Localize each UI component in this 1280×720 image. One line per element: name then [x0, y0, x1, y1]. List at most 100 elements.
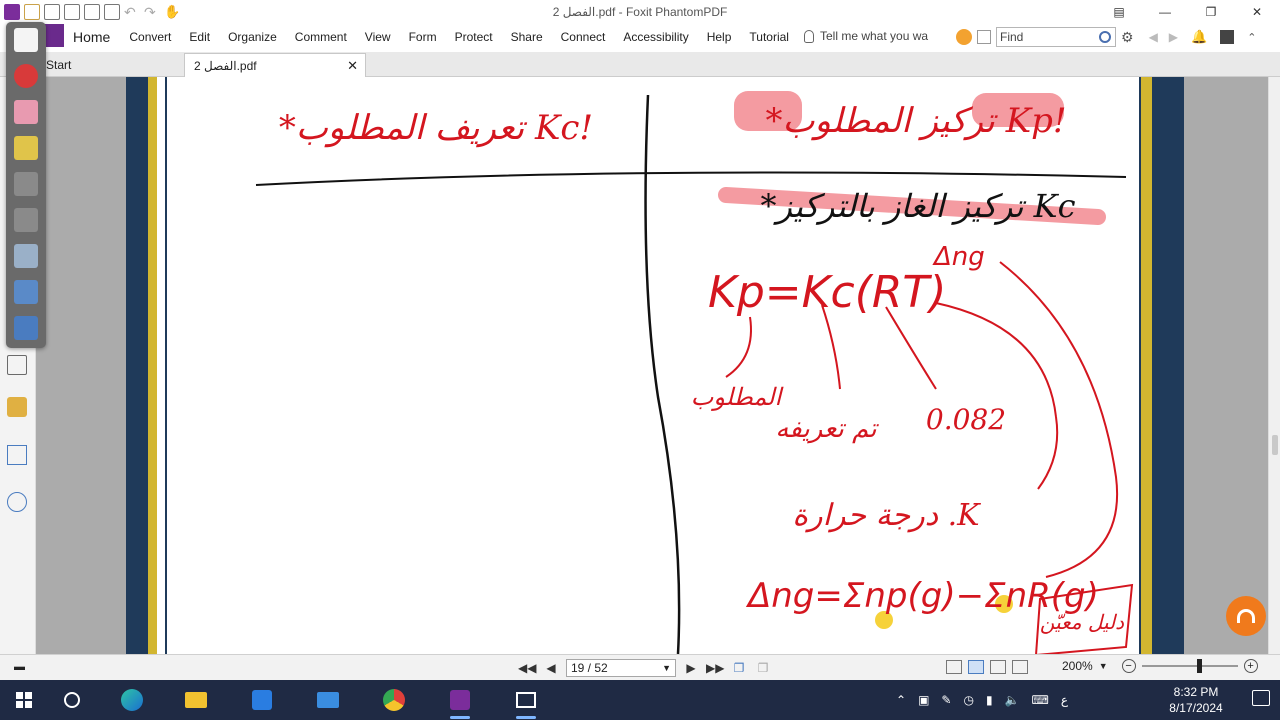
foxit-taskbar-icon[interactable]: [436, 680, 484, 720]
bell-icon[interactable]: 🔔: [1191, 29, 1207, 45]
continuous-facing-view-icon[interactable]: [1012, 660, 1028, 674]
tab-help[interactable]: Help: [698, 30, 741, 44]
tab-accessibility[interactable]: Accessibility: [614, 30, 697, 44]
share-tool-icon[interactable]: [14, 316, 38, 340]
page-border-gold-right: [1141, 77, 1152, 654]
tray-app-icon[interactable]: ▣: [918, 693, 929, 707]
zoom-level[interactable]: 200%: [1062, 659, 1093, 673]
volume-icon[interactable]: 🔈: [1005, 693, 1020, 707]
tab-share[interactable]: Share: [502, 30, 552, 44]
continuous-view-icon[interactable]: [968, 660, 984, 674]
zoom-out-button[interactable]: −: [1121, 659, 1136, 673]
zoom-in-button[interactable]: +: [1243, 659, 1258, 673]
vertical-scrollbar[interactable]: [1268, 77, 1280, 654]
close-window-button[interactable]: ✕: [1234, 0, 1280, 24]
store-icon[interactable]: [238, 680, 286, 720]
search-taskbar-icon[interactable]: [48, 680, 96, 720]
tell-me-box[interactable]: Tell me what you wa: [804, 29, 928, 43]
layers-icon[interactable]: [7, 445, 27, 465]
select-tool-icon[interactable]: [14, 172, 38, 196]
clock[interactable]: 8:32 PM 8/17/2024: [1160, 684, 1232, 716]
clock-date: 8/17/2024: [1169, 701, 1223, 715]
chevron-down-icon[interactable]: ▼: [662, 663, 671, 673]
previous-view-icon[interactable]: ❐: [730, 661, 748, 675]
scrollbar-thumb[interactable]: [1272, 435, 1278, 455]
tab-current-document[interactable]: الفصل 2.pdf ✕: [184, 53, 366, 77]
windows-start-icon[interactable]: [0, 680, 48, 720]
foxit-account-icon[interactable]: [956, 29, 972, 45]
tab-view[interactable]: View: [356, 30, 400, 44]
next-page-button[interactable]: ▶: [682, 661, 700, 675]
close-tab-icon[interactable]: ✕: [347, 58, 358, 74]
help-chat-button[interactable]: [1226, 596, 1266, 636]
windows-logo: [16, 692, 32, 708]
note-label-kp: المطلوب: [691, 383, 784, 411]
zoom-slider-knob[interactable]: [1196, 659, 1202, 673]
file-explorer-icon[interactable]: [172, 680, 220, 720]
last-page-button[interactable]: ▶▶: [706, 661, 724, 675]
maximize-button[interactable]: ❐: [1188, 0, 1234, 24]
find-input[interactable]: Find: [996, 27, 1116, 47]
pages-icon[interactable]: [7, 355, 27, 375]
chrome-icon[interactable]: [370, 680, 418, 720]
tray-pen-icon[interactable]: ✎: [941, 693, 951, 707]
tray-chevron-icon[interactable]: ⌃: [896, 693, 906, 707]
keyboard-tool-icon[interactable]: [14, 244, 38, 268]
previous-page-button[interactable]: ◀: [542, 661, 560, 675]
forward-icon[interactable]: ▶: [1169, 30, 1178, 44]
pdf-page: *تعريف المطلوب Kc! *تركيز المطلوب Kp! *ت…: [126, 77, 1184, 654]
notification-icon[interactable]: [1252, 690, 1270, 706]
find-placeholder: Find: [1000, 30, 1024, 44]
panel-toggle-icon[interactable]: ▬: [14, 661, 25, 673]
tab-form[interactable]: Form: [400, 30, 446, 44]
search-options-icon[interactable]: [977, 30, 991, 44]
taskbar: ⌃ ▣ ✎ ◷ ▮ 🔈 ⌨ ع 8:32 PM 8/17/2024: [0, 680, 1280, 720]
zoom-slider[interactable]: [1141, 659, 1238, 673]
ribbon-tabs: Home Convert Edit Organize Comment View …: [64, 24, 798, 50]
tab-edit[interactable]: Edit: [180, 30, 219, 44]
single-page-view-icon[interactable]: [946, 660, 962, 674]
zoom-controls: 200% ▼ − +: [1062, 659, 1258, 673]
search-pane-icon[interactable]: [7, 492, 27, 512]
mail-glyph: [317, 692, 339, 708]
back-icon[interactable]: ◀: [1149, 30, 1158, 44]
whiteboard-taskbar-icon[interactable]: [502, 680, 550, 720]
page-border-right: [1152, 77, 1184, 654]
foxit-glyph: [450, 690, 470, 710]
user-icon[interactable]: [1220, 30, 1235, 44]
screen-tool-icon[interactable]: [14, 280, 38, 304]
tab-connect[interactable]: Connect: [552, 30, 615, 44]
search-icon[interactable]: [1099, 31, 1111, 43]
edge-icon[interactable]: [108, 680, 156, 720]
tab-tutorial[interactable]: Tutorial: [740, 30, 798, 44]
wifi-icon[interactable]: ◷: [963, 693, 973, 707]
title-bar: ↶ ↷ ✋ الفصل 2.pdf - Foxit PhantomPDF ▤ —…: [0, 0, 1280, 24]
first-page-button[interactable]: ◀◀: [518, 661, 536, 675]
language-indicator[interactable]: ع: [1061, 693, 1068, 707]
next-view-icon[interactable]: ❐: [754, 661, 772, 675]
facing-view-icon[interactable]: [990, 660, 1006, 674]
note-label-t: درجة حرارة .K: [792, 498, 981, 533]
keyboard-icon[interactable]: ⌨: [1032, 693, 1049, 707]
minimize-button[interactable]: —: [1142, 0, 1188, 24]
tab-protect[interactable]: Protect: [446, 30, 502, 44]
eraser-tool-icon[interactable]: [14, 100, 38, 124]
lock-icon[interactable]: [7, 397, 27, 417]
tab-organize[interactable]: Organize: [219, 30, 286, 44]
pencil-tool-icon[interactable]: [14, 28, 38, 52]
ribbon-display-icon[interactable]: ▤: [1096, 0, 1142, 24]
gear-icon[interactable]: ⚙: [1121, 29, 1134, 46]
tab-start[interactable]: Start: [46, 53, 182, 77]
brush-tool-icon[interactable]: [14, 208, 38, 232]
status-bar: ▬ ◀◀ ◀ 19 / 52 ▼ ▶ ▶▶ ❐ ❐ 200% ▼ − +: [0, 654, 1280, 680]
battery-icon[interactable]: ▮: [986, 693, 993, 707]
zoom-dropdown-icon[interactable]: ▼: [1099, 661, 1108, 671]
collapse-ribbon-icon[interactable]: ⌃: [1247, 31, 1256, 44]
tab-home[interactable]: Home: [64, 29, 120, 45]
mail-icon[interactable]: [304, 680, 352, 720]
tab-comment[interactable]: Comment: [286, 30, 356, 44]
tab-convert[interactable]: Convert: [120, 30, 180, 44]
pen-tool-icon[interactable]: [14, 64, 38, 88]
highlighter-tool-icon[interactable]: [14, 136, 38, 160]
page-number-field[interactable]: 19 / 52 ▼: [566, 659, 676, 677]
